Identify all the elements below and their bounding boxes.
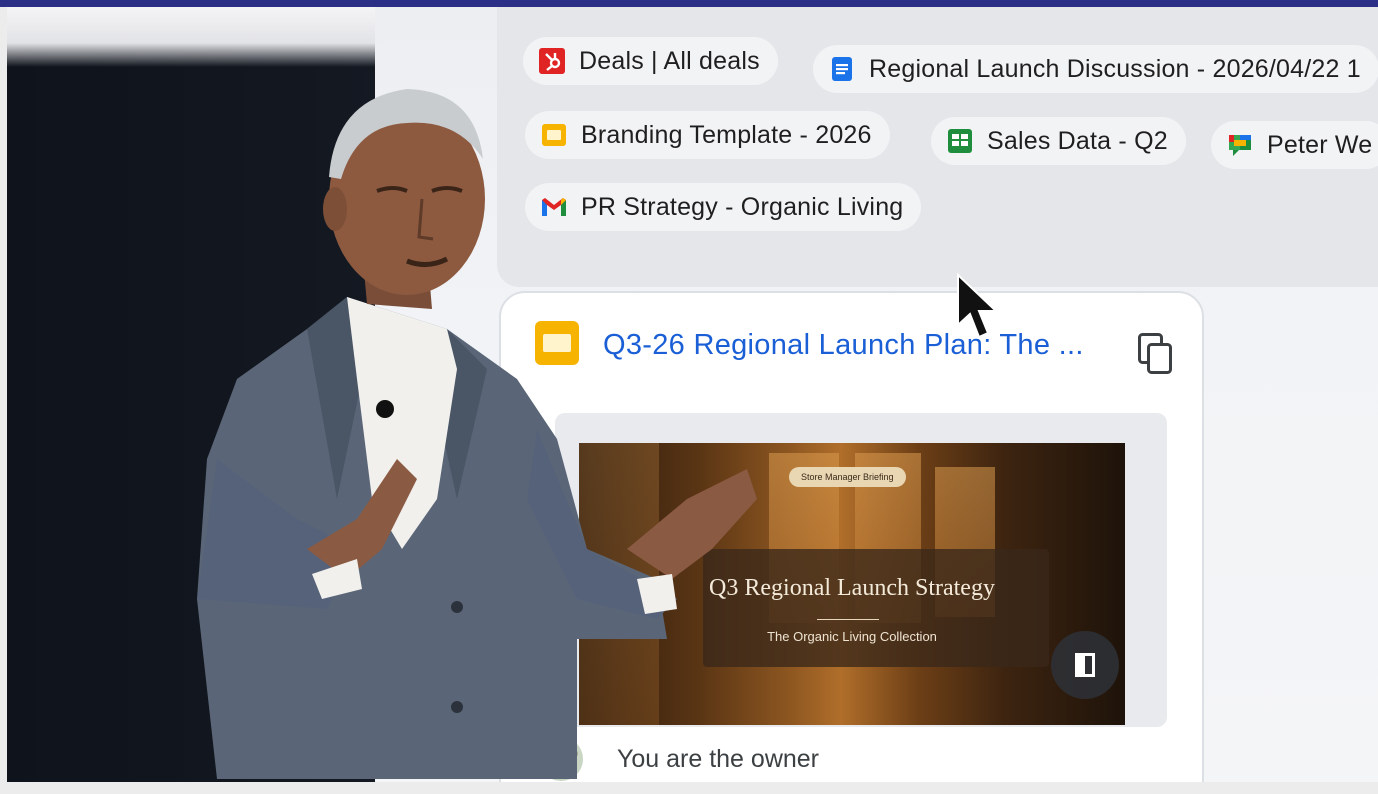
left-border	[0, 7, 7, 782]
presenter-photo	[197, 89, 757, 779]
google-docs-icon	[832, 57, 852, 81]
chip-label: Sales Data - Q2	[987, 126, 1168, 155]
top-accent-bar	[0, 0, 1378, 7]
photo-stage: Deals | All deals Regional Launch Discus…	[7, 7, 1378, 782]
chip-label: Deals | All deals	[579, 46, 760, 75]
chip-sales-data[interactable]: Sales Data - Q2	[931, 117, 1186, 165]
chip-deals[interactable]: Deals | All deals	[523, 37, 778, 85]
copy-icon[interactable]	[1138, 333, 1174, 375]
open-in-slides-button[interactable]	[1051, 631, 1119, 699]
chip-peter-chat[interactable]: Peter We	[1211, 121, 1378, 169]
chip-regional-launch-discussion[interactable]: Regional Launch Discussion - 2026/04/22 …	[813, 45, 1378, 93]
thumbnail-badge: Store Manager Briefing	[789, 467, 906, 487]
hubspot-icon	[539, 48, 565, 74]
mouse-cursor-icon	[957, 273, 999, 339]
google-sheets-icon	[948, 129, 972, 153]
bottom-border	[0, 782, 1378, 794]
open-in-slides-icon	[1075, 653, 1095, 677]
google-chat-icon	[1229, 135, 1251, 156]
chip-label: Regional Launch Discussion - 2026/04/22 …	[869, 54, 1361, 83]
thumbnail-divider	[817, 619, 879, 620]
screen-edge-glow	[7, 7, 387, 67]
chip-label: Peter We	[1267, 130, 1373, 159]
